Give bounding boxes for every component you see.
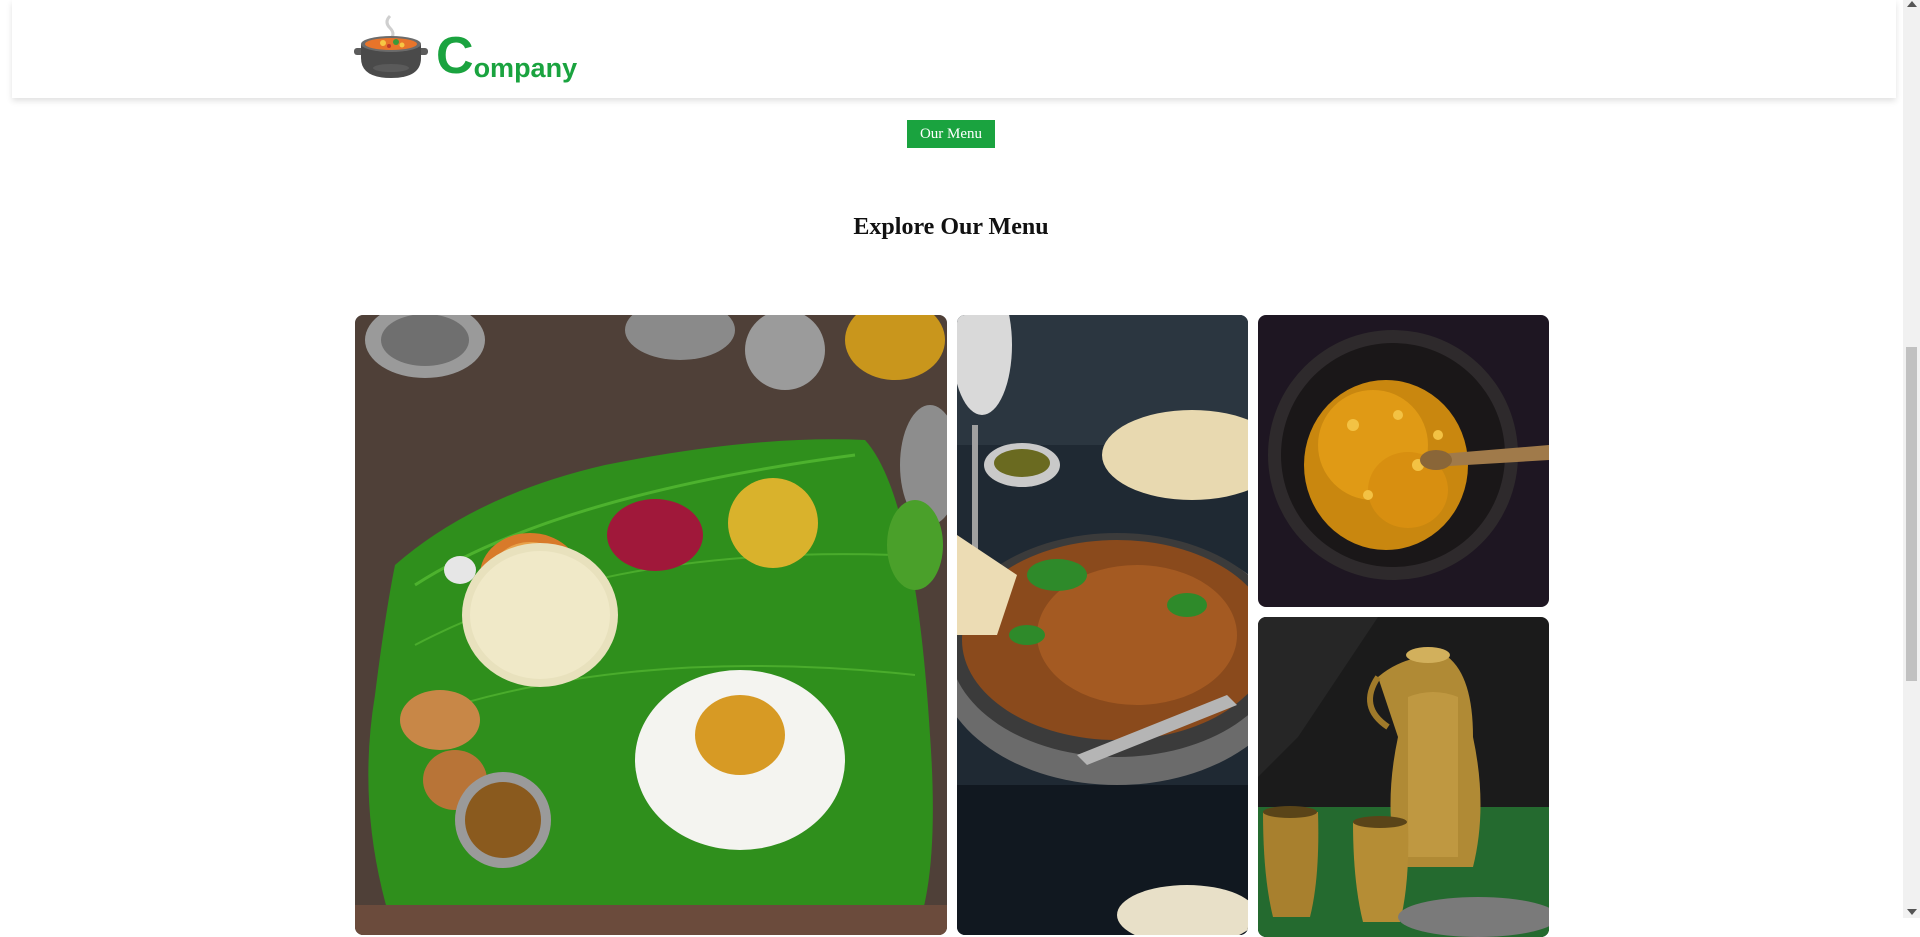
brand-name-initial: C <box>436 27 474 85</box>
site-header: Company <box>12 0 1896 98</box>
scroll-down-icon[interactable] <box>1907 909 1917 915</box>
cooking-pot-icon <box>354 14 428 78</box>
gallery-image-thali[interactable] <box>355 315 947 935</box>
page-scrollbar[interactable] <box>1903 0 1920 918</box>
our-menu-button[interactable]: Our Menu <box>907 120 995 148</box>
scrollbar-thumb[interactable] <box>1906 347 1917 681</box>
gallery-image-stirfry[interactable] <box>1258 315 1549 607</box>
brand-logo[interactable]: Company <box>354 10 584 90</box>
scroll-up-icon[interactable] <box>1907 1 1917 7</box>
brand-name-rest: ompany <box>473 53 578 83</box>
gallery-image-curry[interactable] <box>957 315 1248 935</box>
brand-name: Company <box>436 30 577 82</box>
section-title: Explore Our Menu <box>853 214 1049 240</box>
gallery-image-brass[interactable] <box>1258 617 1549 937</box>
